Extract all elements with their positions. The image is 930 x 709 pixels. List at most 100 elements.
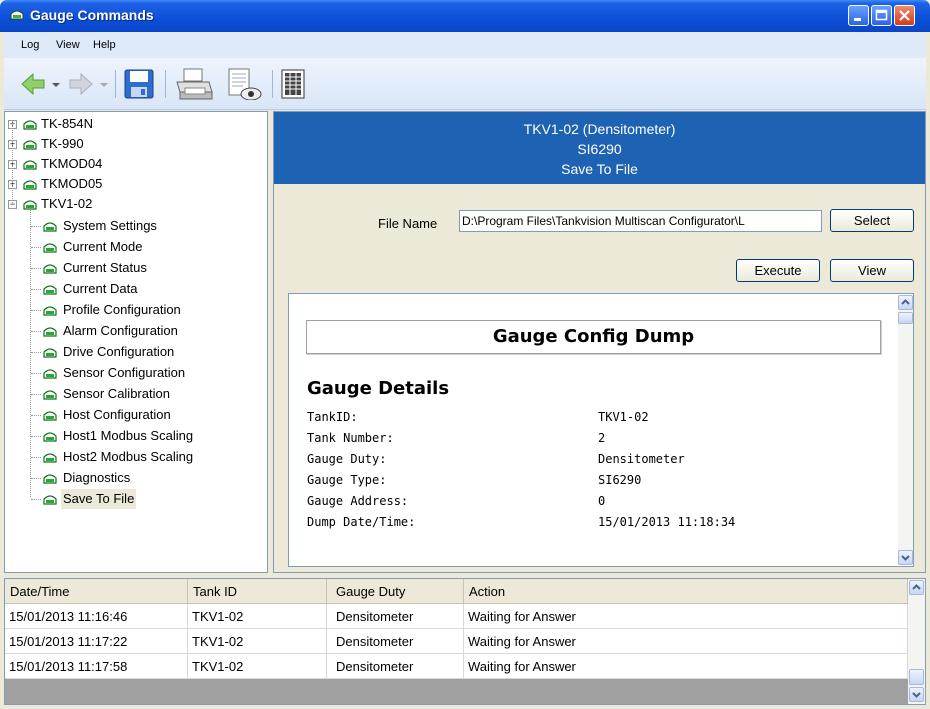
scroll-down-button[interactable] bbox=[898, 550, 913, 565]
table-cell[interactable]: Densitometer bbox=[327, 654, 464, 679]
panel-header-command: Save To File bbox=[561, 161, 638, 177]
detail-label: Tank Number: bbox=[307, 431, 394, 445]
toolbar bbox=[4, 58, 926, 110]
select-button[interactable]: Select bbox=[830, 209, 914, 232]
back-dropdown-icon[interactable] bbox=[50, 68, 62, 100]
command-panel: TKV1-02 (Densitometer) SI6290 Save To Fi… bbox=[273, 111, 926, 573]
tree-item-label: Host1 Modbus Scaling bbox=[63, 428, 194, 443]
tree-node-label: TK-854N bbox=[41, 116, 94, 131]
tree-item-label: Diagnostics bbox=[63, 470, 131, 485]
scroll-thumb[interactable] bbox=[909, 669, 924, 685]
file-name-input[interactable]: D:\Program Files\Tankvision Multiscan Co… bbox=[459, 210, 822, 232]
detail-label: Gauge Address: bbox=[307, 494, 409, 508]
chevron-up-icon bbox=[912, 584, 921, 590]
details-heading: Gauge Details bbox=[307, 378, 450, 399]
menu-log[interactable]: Log bbox=[21, 39, 39, 51]
tree-item-label: Current Data bbox=[63, 281, 138, 296]
tree-item-label: Host2 Modbus Scaling bbox=[63, 449, 194, 464]
gauge-icon bbox=[43, 453, 57, 463]
detail-label: Dump Date/Time: bbox=[307, 515, 416, 529]
tree-node-label: TKMOD05 bbox=[41, 176, 103, 191]
tree-item-label: Current Status bbox=[63, 260, 147, 275]
tree-node-label: TKMOD04 bbox=[41, 156, 103, 171]
gauge-icon bbox=[23, 160, 37, 170]
gauge-icon bbox=[23, 200, 37, 210]
menu-view[interactable]: View bbox=[56, 39, 80, 51]
title-bar[interactable]: Gauge Commands bbox=[0, 0, 930, 32]
scroll-thumb[interactable] bbox=[898, 312, 913, 324]
detail-value: SI6290 bbox=[598, 473, 642, 487]
column-header-datetime[interactable]: Date/Time bbox=[5, 579, 188, 604]
print-preview-icon[interactable] bbox=[223, 68, 263, 100]
detail-value: Densitometer bbox=[598, 452, 685, 466]
toolbar-separator bbox=[165, 70, 166, 98]
log-scrollbar[interactable] bbox=[908, 579, 925, 704]
tree-item-label: Drive Configuration bbox=[63, 344, 175, 359]
gauge-icon bbox=[43, 327, 57, 337]
gauge-icon bbox=[43, 369, 57, 379]
close-button[interactable] bbox=[894, 5, 915, 26]
detail-value: 2 bbox=[598, 431, 606, 445]
detail-label: Gauge Type: bbox=[307, 473, 387, 487]
table-cell[interactable]: TKV1-02 bbox=[188, 654, 327, 679]
keypad-icon[interactable] bbox=[280, 68, 306, 100]
table-cell[interactable]: 15/01/2013 11:16:46 bbox=[5, 604, 188, 629]
column-header-gauge-duty[interactable]: Gauge Duty bbox=[327, 579, 464, 604]
scroll-up-button[interactable] bbox=[898, 295, 913, 310]
detail-label: TankID: bbox=[307, 410, 358, 424]
file-name-label: File Name bbox=[378, 216, 438, 231]
tree-node-label: TK-990 bbox=[41, 136, 84, 151]
chevron-down-icon bbox=[912, 692, 921, 698]
table-cell[interactable]: Densitometer bbox=[327, 629, 464, 654]
tree-item-label: Sensor Calibration bbox=[63, 386, 170, 401]
report-title: Gauge Config Dump bbox=[306, 320, 881, 354]
table-cell[interactable]: Waiting for Answer bbox=[464, 629, 908, 654]
gauge-icon bbox=[43, 474, 57, 484]
column-header-tank-id[interactable]: Tank ID bbox=[188, 579, 327, 604]
tree-item-label-selected: Save To File bbox=[61, 489, 137, 509]
table-cell[interactable]: TKV1-02 bbox=[188, 604, 327, 629]
table-cell[interactable]: TKV1-02 bbox=[188, 629, 327, 654]
table-cell[interactable]: Waiting for Answer bbox=[464, 654, 908, 679]
tree-item-label: Profile Configuration bbox=[63, 302, 181, 317]
toolbar-separator bbox=[115, 70, 116, 98]
save-icon[interactable] bbox=[122, 68, 156, 100]
back-arrow-icon[interactable] bbox=[20, 68, 46, 100]
forward-dropdown-icon[interactable] bbox=[98, 68, 110, 100]
tree-item-label: Current Mode bbox=[63, 239, 143, 254]
forward-arrow-icon[interactable] bbox=[68, 68, 94, 100]
tree-connector bbox=[30, 210, 31, 497]
maximize-button[interactable] bbox=[871, 5, 892, 26]
report-scrollbar[interactable] bbox=[898, 295, 913, 565]
gauge-icon bbox=[43, 243, 57, 253]
menu-bar: Log View Help bbox=[4, 32, 926, 59]
print-icon[interactable] bbox=[174, 68, 214, 100]
gauge-icon bbox=[43, 432, 57, 442]
gauge-icon bbox=[23, 140, 37, 150]
minimize-icon bbox=[854, 18, 861, 21]
table-empty-area bbox=[5, 679, 908, 704]
table-cell[interactable]: 15/01/2013 11:17:58 bbox=[5, 654, 188, 679]
toolbar-separator bbox=[272, 70, 273, 98]
execute-button[interactable]: Execute bbox=[736, 259, 820, 282]
detail-label: Gauge Duty: bbox=[307, 452, 387, 466]
panel-header: TKV1-02 (Densitometer) SI6290 Save To Fi… bbox=[274, 112, 925, 184]
tree-item-label: Alarm Configuration bbox=[63, 323, 178, 338]
window-title: Gauge Commands bbox=[30, 7, 154, 23]
chevron-up-icon bbox=[901, 299, 910, 305]
table-cell[interactable]: Densitometer bbox=[327, 604, 464, 629]
tree-item-label: Host Configuration bbox=[63, 407, 171, 422]
column-header-action[interactable]: Action bbox=[464, 579, 908, 604]
table-cell[interactable]: 15/01/2013 11:17:22 bbox=[5, 629, 188, 654]
gauge-icon bbox=[43, 411, 57, 421]
menu-help[interactable]: Help bbox=[93, 39, 116, 51]
gauge-icon bbox=[43, 285, 57, 295]
minimize-button[interactable] bbox=[848, 5, 869, 26]
scroll-up-button[interactable] bbox=[909, 580, 924, 595]
gauge-tree: + TK-854N + TK-990 + TKMOD04 + TKMOD05 −… bbox=[4, 111, 268, 573]
report-viewer[interactable]: Gauge Config Dump Gauge Details TankID: … bbox=[288, 293, 914, 567]
panel-header-gauge: TKV1-02 (Densitometer) bbox=[523, 121, 676, 137]
view-button[interactable]: View bbox=[830, 259, 914, 282]
scroll-down-button[interactable] bbox=[909, 687, 924, 702]
table-cell[interactable]: Waiting for Answer bbox=[464, 604, 908, 629]
